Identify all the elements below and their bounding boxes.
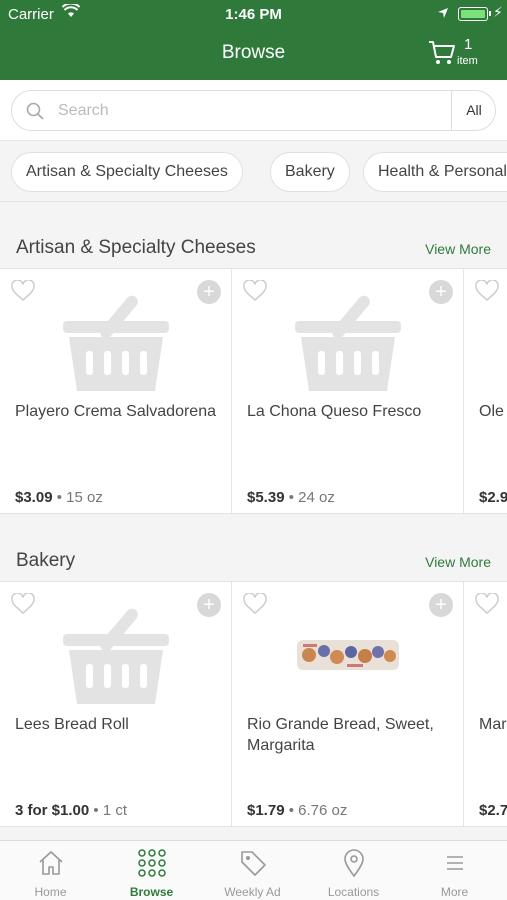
product-name: Rio Grande Bread, Sweet, Margarita [247,716,434,754]
tab-bar: Home Browse Weekly Ad Locations More [0,840,507,900]
view-more-link[interactable]: View More [425,241,491,257]
product-price-line: 3 for $1.00 • 1 ct [15,802,127,819]
product-price-line: $1.79 • 6.76 oz [247,802,348,819]
product-card[interactable]: + La Chona Queso Fresco $5.39 • 24 oz [232,269,464,513]
search-icon [26,102,44,125]
product-size: 15 oz [66,489,103,506]
add-to-cart-button[interactable]: + [429,280,453,304]
app-header: Carrier 1:46 PM ⚡ Browse 1 item [0,0,507,80]
view-more-link[interactable]: View More [425,554,491,570]
product-name: Lees Bread Roll [15,716,129,733]
category-chip[interactable]: Bakery [270,152,350,192]
basket-placeholder-icon [63,604,169,709]
product-size: 6.76 oz [298,802,348,819]
tab-home[interactable]: Home [0,841,101,900]
section-header: Bakery View More [0,515,507,581]
product-price-line: $2.7 [479,802,507,819]
product-card[interactable]: Mar Stra $2.7 [464,582,507,826]
favorite-heart-icon[interactable] [11,592,35,620]
category-chip[interactable]: Health & Personal Care [363,152,507,192]
product-card[interactable]: Ole $2.9 [464,269,507,513]
category-chip[interactable]: Artisan & Specialty Cheeses [11,152,243,192]
product-price: $1.79 [247,802,285,819]
product-price-line: $2.9 [479,489,507,506]
product-row: + Lees Bread Roll 3 for $1.00 • 1 ct + R… [0,581,507,827]
product-card[interactable]: + Lees Bread Roll 3 for $1.00 • 1 ct [0,582,232,826]
add-to-cart-button[interactable]: + [429,593,453,617]
product-size: 1 ct [102,802,127,819]
section-title: Artisan & Specialty Cheeses [16,237,256,258]
product-price-line: $3.09 • 15 oz [15,489,103,506]
basket-placeholder-icon [63,291,169,396]
product-card[interactable]: + Playero Crema Salvadorena $3.09 • 15 o… [0,269,232,513]
favorite-heart-icon[interactable] [11,279,35,307]
add-to-cart-button[interactable]: + [197,593,221,617]
cart-button[interactable] [428,40,456,71]
tag-icon [238,848,268,878]
home-icon [36,848,66,878]
favorite-heart-icon[interactable] [243,592,267,620]
search-box: All [11,90,496,131]
product-price: $5.39 [247,489,285,506]
search-scope-button[interactable]: All [452,91,496,130]
section-title: Bakery [16,550,76,571]
tab-browse[interactable]: Browse [101,841,202,900]
product-price: $2.9 [479,489,507,506]
product-size: 24 oz [298,489,335,506]
product-name: Playero Crema Salvadorena [15,403,216,420]
tab-label: More [440,885,469,899]
tab-weekly-ad[interactable]: Weekly Ad [202,841,303,900]
tab-locations[interactable]: Locations [303,841,404,900]
product-price: $3.09 [15,489,53,506]
charging-icon: ⚡ [493,4,503,20]
product-name: Mar Stra [479,716,507,733]
location-arrow-icon [437,6,449,23]
tab-label: Weekly Ad [224,885,281,899]
grid-icon [137,848,167,878]
location-pin-icon [339,848,369,878]
menu-icon [440,848,470,878]
search-bar-area: All [0,80,507,140]
product-card[interactable]: + Rio Grande Bread, Sweet, Margarita $1.… [232,582,464,826]
clock: 1:46 PM [225,6,282,23]
product-image [295,604,401,704]
basket-placeholder-icon [295,291,401,396]
favorite-heart-icon[interactable] [243,279,267,307]
product-row: + Playero Crema Salvadorena $3.09 • 15 o… [0,268,507,514]
cart-icon [429,41,455,64]
search-input[interactable] [58,97,438,125]
cart-count[interactable]: 1 [464,36,472,53]
status-bar: Carrier 1:46 PM ⚡ [0,0,507,28]
cart-unit-label[interactable]: item [457,55,478,67]
product-price: $2.7 [479,802,507,819]
section-header: Artisan & Specialty Cheeses View More [0,202,507,268]
product-name: Ole [479,403,504,420]
product-price-line: $5.39 • 24 oz [247,489,335,506]
favorite-heart-icon[interactable] [475,592,499,620]
tab-more[interactable]: More [404,841,505,900]
battery-icon [458,7,491,21]
favorite-heart-icon[interactable] [475,279,499,307]
tab-label: Locations [327,885,380,899]
tab-label: Browse [129,885,174,899]
product-price: 3 for $1.00 [15,802,90,819]
tab-label: Home [34,885,67,899]
add-to-cart-button[interactable]: + [197,280,221,304]
category-chips: Artisan & Specialty Cheeses Bakery Healt… [0,140,507,202]
product-name: La Chona Queso Fresco [247,403,422,420]
